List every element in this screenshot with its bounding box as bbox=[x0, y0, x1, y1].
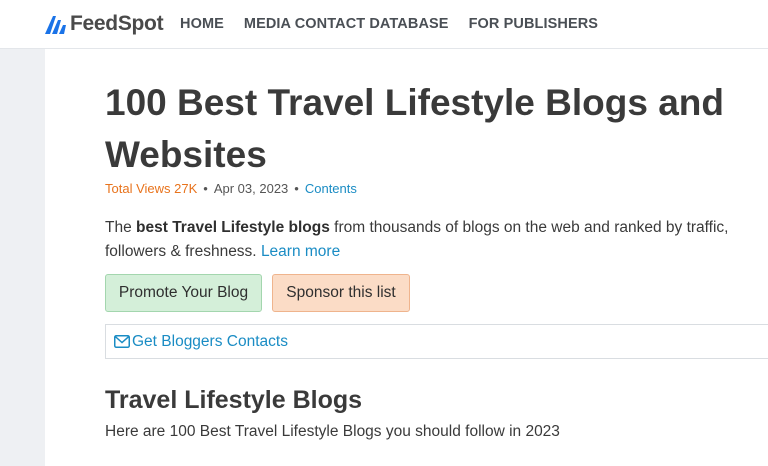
meta-separator: • bbox=[294, 181, 299, 196]
intro-bold: best Travel Lifestyle blogs bbox=[136, 219, 330, 236]
learn-more-link[interactable]: Learn more bbox=[261, 243, 340, 260]
total-views: Total Views 27K bbox=[105, 181, 198, 196]
sponsor-this-list-button[interactable]: Sponsor this list bbox=[272, 274, 410, 312]
main-nav: HOME MEDIA CONTACT DATABASE FOR PUBLISHE… bbox=[180, 16, 618, 32]
get-bloggers-contacts-label: Get Bloggers Contacts bbox=[132, 332, 288, 350]
nav-media-contact-database-link[interactable]: MEDIA CONTACT DATABASE bbox=[244, 16, 449, 32]
intro-prefix: The bbox=[105, 219, 137, 236]
article-meta: Total Views 27K • Apr 03, 2023 • Contents bbox=[105, 181, 357, 196]
section-description: Here are 100 Best Travel Lifestyle Blogs… bbox=[105, 423, 560, 440]
feedspot-logo[interactable]: FeedSpot bbox=[45, 12, 164, 36]
nav-for-publishers-link[interactable]: FOR PUBLISHERS bbox=[469, 16, 599, 32]
top-navbar: FeedSpot HOME MEDIA CONTACT DATABASE FOR… bbox=[0, 0, 768, 49]
contacts-bar: Get Bloggers Contacts bbox=[105, 324, 768, 359]
envelope-icon bbox=[114, 335, 130, 348]
publish-date: Apr 03, 2023 bbox=[213, 181, 289, 196]
left-gutter bbox=[0, 49, 45, 466]
section-title: Travel Lifestyle Blogs bbox=[105, 386, 363, 414]
intro-paragraph: The best Travel Lifestyle blogs from tho… bbox=[105, 216, 768, 264]
feedspot-logo-icon bbox=[45, 16, 66, 34]
meta-separator: • bbox=[203, 181, 208, 196]
page-title: 100 Best Travel Lifestyle Blogs and Webs… bbox=[105, 82, 724, 175]
promote-your-blog-button[interactable]: Promote Your Blog bbox=[105, 274, 262, 312]
main-content: 100 Best Travel Lifestyle Blogs and Webs… bbox=[105, 49, 768, 466]
nav-home-link[interactable]: HOME bbox=[180, 16, 224, 32]
logo-text: FeedSpot bbox=[70, 12, 164, 35]
get-bloggers-contacts-link[interactable]: Get Bloggers Contacts bbox=[114, 333, 288, 351]
contents-link[interactable]: Contents bbox=[305, 181, 357, 196]
